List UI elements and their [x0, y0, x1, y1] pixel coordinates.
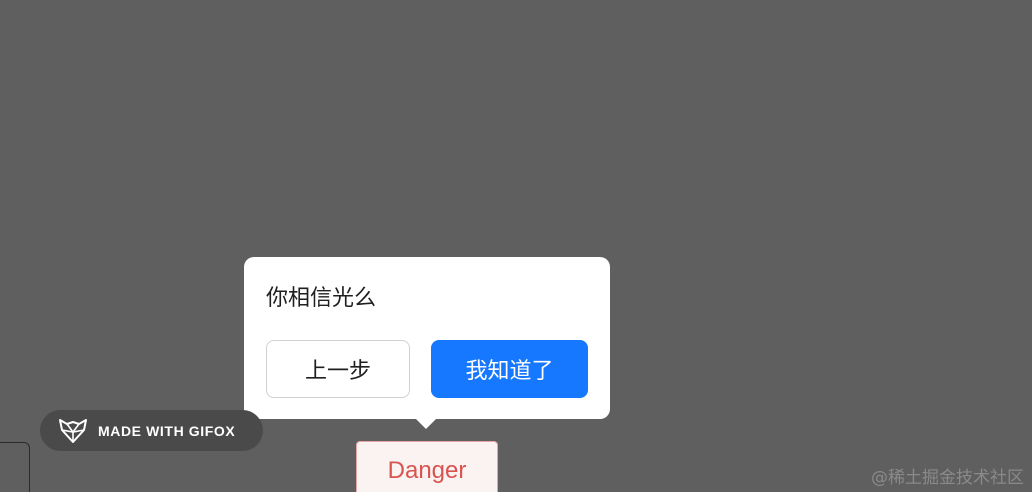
fox-icon — [59, 418, 87, 443]
tour-title: 你相信光么 — [266, 286, 377, 311]
got-it-button[interactable]: 我知道了 — [431, 340, 588, 398]
popover-arrow — [416, 419, 436, 429]
watermark: @稀土掘金技术社区 — [871, 468, 1024, 488]
prev-step-button[interactable]: 上一步 — [266, 340, 410, 398]
partial-element — [0, 442, 30, 492]
gifox-badge: MADE WITH GIFOX — [40, 410, 263, 451]
gifox-text: MADE WITH GIFOX — [98, 422, 236, 439]
tour-overlay: 你相信光么 上一步 我知道了 Danger MADE WITH GIFOX @稀… — [0, 0, 1032, 492]
danger-button[interactable]: Danger — [356, 441, 498, 492]
tour-popover: 你相信光么 上一步 我知道了 — [244, 257, 610, 419]
